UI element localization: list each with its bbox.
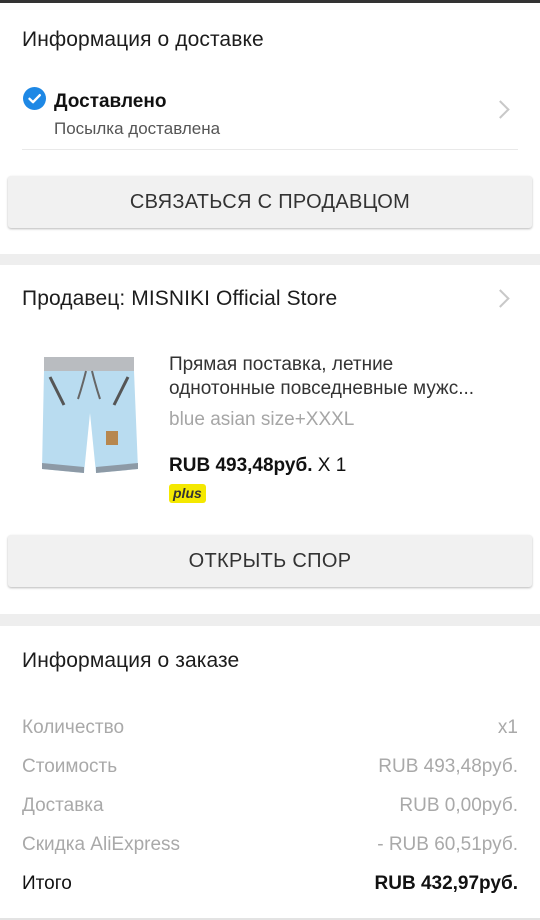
row-value: - RUB 60,51руб. [377, 834, 518, 855]
product-quantity: X 1 [312, 455, 347, 476]
row-label: Скидка AliExpress [22, 834, 181, 855]
product-title-line: Прямая поставка, летние [169, 354, 394, 375]
chevron-right-icon [491, 289, 510, 308]
order-section-title: Информация о заказе [22, 649, 240, 672]
seller-product-card: Продавец: MISNIKI Official Store Прямая … [0, 265, 540, 614]
row-value: RUB 493,48руб. [378, 756, 518, 777]
total-value: RUB 432,97руб. [374, 873, 519, 894]
plus-badge: plus [169, 484, 206, 503]
divider [22, 149, 518, 150]
row-label: Стоимость [22, 756, 118, 777]
contact-seller-button[interactable]: СВЯЗАТЬСЯ С ПРОДАВЦОМ [8, 176, 532, 228]
row-value: x1 [497, 717, 518, 738]
delivery-info-card: Информация о доставке Доставлено Посылка… [0, 3, 540, 254]
delivery-section-title: Информация о доставке [22, 28, 264, 51]
row-label: Доставка [22, 795, 104, 816]
row-value: RUB 0,00руб. [399, 795, 518, 816]
product-title-line: однотонные повседневные мужс... [169, 378, 475, 399]
product-price: RUB 493,48руб. [169, 455, 313, 476]
total-label: Итого [22, 873, 72, 894]
product-variant: blue asian size+XXXL [169, 409, 355, 430]
product-title[interactable]: Прямая поставка, летние однотонные повсе… [169, 353, 519, 401]
product-price-row: RUB 493,48руб. X 1 [169, 455, 346, 477]
row-label: Количество [22, 717, 125, 738]
check-circle-icon [23, 87, 46, 110]
delivery-status-detail: Посылка доставлена [54, 119, 221, 138]
product-thumbnail[interactable] [34, 351, 146, 481]
order-info-card: Информация о заказе Количество x1 Стоимо… [0, 626, 540, 920]
seller-name-link[interactable]: Продавец: MISNIKI Official Store [22, 287, 337, 311]
delivery-status-title: Доставлено [54, 91, 167, 112]
open-dispute-button[interactable]: ОТКРЫТЬ СПОР [8, 535, 532, 587]
